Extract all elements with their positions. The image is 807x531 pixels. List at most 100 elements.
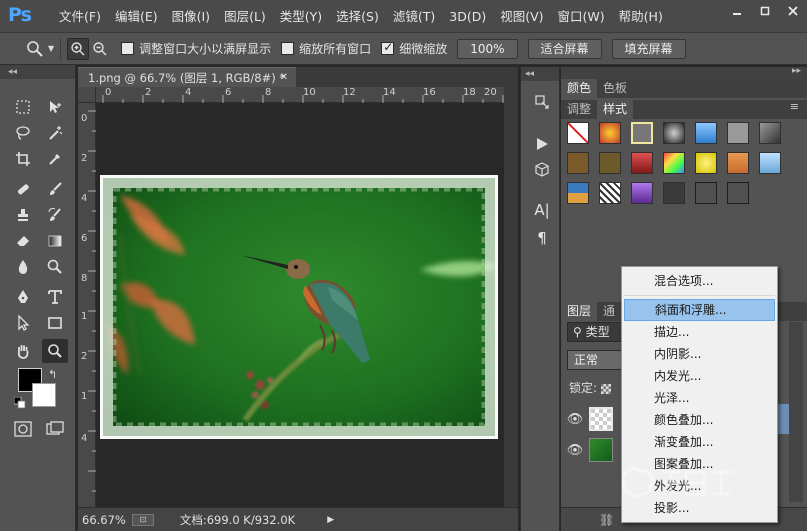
magic-wand-tool-icon[interactable] bbox=[42, 121, 68, 145]
ctx-color-overlay[interactable]: 颜色叠加... bbox=[622, 409, 777, 431]
style-swatch[interactable] bbox=[695, 152, 717, 174]
collapse-double-arrow-icon[interactable]: ◂◂ bbox=[0, 65, 75, 79]
menu-image[interactable]: 图像(I) bbox=[165, 0, 217, 33]
style-swatch[interactable] bbox=[631, 122, 653, 144]
fit-screen-button[interactable]: 适合屏幕 bbox=[527, 38, 602, 59]
menu-view[interactable]: 视图(V) bbox=[493, 0, 550, 33]
style-swatch[interactable] bbox=[631, 152, 653, 174]
zoom-all-windows-box[interactable] bbox=[281, 42, 295, 55]
visibility-eye-icon[interactable]: 👁 bbox=[561, 443, 589, 458]
resize-windows-checkbox[interactable]: 调整窗口大小以满屏显示 bbox=[121, 40, 271, 57]
ctx-stroke[interactable]: 描边... bbox=[622, 321, 777, 343]
style-swatch[interactable] bbox=[759, 152, 781, 174]
default-colors-icon[interactable] bbox=[13, 396, 26, 412]
marquee-tool-icon[interactable] bbox=[10, 95, 36, 119]
collapse-double-arrow-icon[interactable]: ◂◂ bbox=[521, 67, 559, 81]
history-brush-tool-icon[interactable] bbox=[42, 203, 68, 227]
tool-preset-picker[interactable]: ▼ bbox=[26, 40, 54, 58]
ruler-origin[interactable] bbox=[78, 87, 96, 103]
eraser-tool-icon[interactable] bbox=[10, 229, 36, 253]
close-tab-icon[interactable]: ✕ bbox=[280, 68, 288, 88]
zoom-level[interactable]: 66.67% bbox=[82, 513, 126, 527]
tab-styles[interactable]: 样式 bbox=[597, 100, 634, 119]
status-menu-arrow-icon[interactable]: ▶ bbox=[327, 515, 334, 525]
scrubby-zoom-checkbox[interactable]: 细微缩放 bbox=[381, 40, 447, 57]
tab-adjustments[interactable]: 调整 bbox=[561, 100, 597, 119]
style-swatch[interactable] bbox=[759, 122, 781, 144]
menu-3d[interactable]: 3D(D) bbox=[442, 0, 493, 33]
lock-transparency-icon[interactable] bbox=[600, 383, 611, 394]
ctx-inner-shadow[interactable]: 内阴影... bbox=[622, 343, 777, 365]
minimize-icon[interactable] bbox=[723, 0, 751, 22]
clone-stamp-tool-icon[interactable] bbox=[10, 203, 36, 227]
style-swatch[interactable] bbox=[695, 182, 717, 204]
style-swatch[interactable] bbox=[599, 152, 621, 174]
lasso-tool-icon[interactable] bbox=[10, 121, 36, 145]
ctx-gradient-overlay[interactable]: 渐变叠加... bbox=[622, 431, 777, 453]
layers-scrollbar[interactable] bbox=[789, 322, 803, 502]
crop-tool-icon[interactable] bbox=[10, 147, 36, 171]
ctx-blending-options[interactable]: 混合选项... bbox=[622, 270, 777, 292]
menu-window[interactable]: 窗口(W) bbox=[551, 0, 612, 33]
restore-icon[interactable] bbox=[751, 0, 779, 22]
close-icon[interactable] bbox=[779, 0, 807, 22]
tab-swatches[interactable]: 色板 bbox=[597, 79, 633, 98]
eyedropper-tool-icon[interactable] bbox=[42, 147, 68, 171]
style-swatch[interactable] bbox=[727, 182, 749, 204]
style-swatch[interactable] bbox=[695, 122, 717, 144]
character-panel-icon[interactable]: A| bbox=[533, 201, 551, 219]
link-layers-icon[interactable]: ⛓ bbox=[599, 513, 614, 527]
zoom-all-windows-checkbox[interactable]: 缩放所有窗口 bbox=[281, 40, 371, 57]
actual-pixels-button[interactable]: 100% bbox=[457, 38, 518, 59]
style-swatch[interactable] bbox=[727, 122, 749, 144]
tab-layers[interactable]: 图层 bbox=[561, 302, 598, 321]
panel-menu-icon[interactable]: ≡ bbox=[790, 100, 799, 113]
paragraph-panel-icon[interactable]: ¶ bbox=[533, 229, 551, 247]
resize-windows-box[interactable] bbox=[121, 42, 135, 55]
pen-tool-icon[interactable] bbox=[10, 285, 36, 309]
document-canvas[interactable] bbox=[96, 103, 504, 507]
menu-type[interactable]: 类型(Y) bbox=[273, 0, 329, 33]
style-swatch[interactable] bbox=[663, 182, 685, 204]
actions-play-icon[interactable] bbox=[533, 135, 551, 153]
path-selection-tool-icon[interactable] bbox=[10, 311, 36, 335]
quick-mask-icon[interactable] bbox=[14, 421, 32, 440]
screen-mode-icon[interactable] bbox=[46, 421, 64, 440]
ctx-inner-glow[interactable]: 内发光... bbox=[622, 365, 777, 387]
tab-color[interactable]: 颜色 bbox=[561, 79, 598, 98]
style-swatch[interactable] bbox=[599, 122, 621, 144]
menu-help[interactable]: 帮助(H) bbox=[612, 0, 670, 33]
dodge-tool-icon[interactable] bbox=[42, 255, 68, 279]
type-tool-icon[interactable] bbox=[42, 285, 68, 309]
style-swatch-none[interactable] bbox=[567, 122, 589, 144]
zoom-in-button[interactable] bbox=[67, 37, 90, 60]
style-swatch[interactable] bbox=[567, 152, 589, 174]
ctx-bevel-emboss[interactable]: 斜面和浮雕... bbox=[624, 299, 775, 321]
brush-tool-icon[interactable] bbox=[42, 177, 68, 201]
menu-select[interactable]: 选择(S) bbox=[329, 0, 386, 33]
zoom-out-button[interactable] bbox=[89, 38, 111, 60]
menu-file[interactable]: 文件(F) bbox=[52, 0, 108, 33]
style-swatch[interactable] bbox=[567, 182, 589, 204]
visibility-eye-icon[interactable]: 👁 bbox=[561, 412, 589, 427]
style-swatch[interactable] bbox=[599, 182, 621, 204]
3d-panel-icon[interactable] bbox=[533, 161, 551, 179]
vertical-ruler[interactable]: 0 2 4 6 8 1 2 1 4 bbox=[78, 103, 96, 507]
ctx-drop-shadow[interactable]: 投影... bbox=[622, 497, 777, 519]
style-swatch[interactable] bbox=[663, 122, 685, 144]
tab-channels[interactable]: 通 bbox=[597, 302, 621, 321]
menu-layer[interactable]: 图层(L) bbox=[217, 0, 273, 33]
ctx-satin[interactable]: 光泽... bbox=[622, 387, 777, 409]
expand-double-arrow-icon[interactable]: ▸▸ bbox=[792, 66, 801, 76]
blur-tool-icon[interactable] bbox=[10, 255, 36, 279]
menu-filter[interactable]: 滤镜(T) bbox=[386, 0, 442, 33]
style-swatch[interactable] bbox=[631, 182, 653, 204]
hand-tool-icon[interactable] bbox=[10, 339, 36, 363]
status-toggle-icon[interactable]: ⊡ bbox=[131, 513, 154, 526]
swap-colors-icon[interactable]: ↰ bbox=[48, 368, 57, 381]
rectangle-tool-icon[interactable] bbox=[42, 311, 68, 335]
fill-screen-button[interactable]: 填充屏幕 bbox=[611, 38, 686, 59]
background-color-swatch[interactable] bbox=[32, 383, 56, 407]
move-tool-icon[interactable] bbox=[42, 95, 68, 119]
style-swatch[interactable] bbox=[663, 152, 685, 174]
